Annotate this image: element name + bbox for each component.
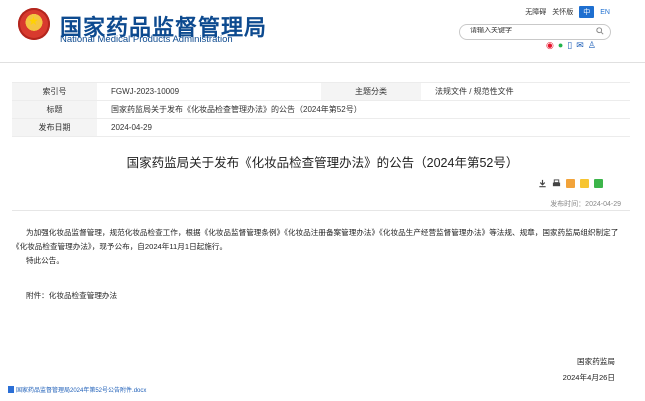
mobile-icon[interactable]: ▯: [567, 41, 572, 50]
download-icon[interactable]: [538, 179, 547, 188]
share-qzone-icon[interactable]: [580, 179, 589, 188]
search-icon[interactable]: [596, 27, 604, 35]
attachment-file-link[interactable]: 国家药品监督管理局2024年第52号公告附件.docx: [8, 385, 146, 394]
article-divider: [12, 210, 630, 211]
publish-time: 发布时间：2024-04-29: [550, 201, 621, 208]
share-wechat-icon[interactable]: [594, 179, 603, 188]
date-label: 发布日期: [12, 118, 97, 137]
accessibility-link[interactable]: 无障碍: [525, 7, 546, 17]
article-body: 为加强化妆品监督管理，规范化妆品检查工作，根据《化妆品监督管理条例》《化妆品注册…: [12, 226, 620, 268]
word-doc-icon: [8, 386, 14, 393]
body-paragraph-closing: 特此公告。: [26, 256, 64, 265]
social-links: ◉ ● ▯ ✉ ♙: [546, 41, 596, 50]
top-nav: 无障碍 关怀版 中 EN: [525, 6, 610, 18]
lang-en-button[interactable]: EN: [600, 9, 610, 16]
search-input[interactable]: [470, 27, 580, 34]
care-version-link[interactable]: 关怀版: [552, 7, 573, 17]
title-label: 标题: [12, 100, 97, 119]
mail-icon[interactable]: ✉: [576, 41, 584, 50]
weibo-icon[interactable]: ◉: [546, 41, 554, 50]
header-divider: [0, 62, 645, 63]
attachment-file-name[interactable]: 国家药品监督管理局2024年第52号公告附件.docx: [16, 385, 146, 394]
title-value: 国家药监局关于发布《化妆品检查管理办法》的公告（2024年第52号）: [97, 100, 630, 119]
body-paragraph: 为加强化妆品监督管理，规范化妆品检查工作，根据《化妆品监督管理条例》《化妆品注册…: [12, 228, 619, 251]
index-label: 索引号: [12, 82, 97, 101]
wechat-icon[interactable]: ●: [558, 41, 563, 50]
share-weibo-icon[interactable]: [566, 179, 575, 188]
attachment-line: 附件：化妆品检查管理办法: [26, 291, 118, 300]
category-value: 法规文件 / 规范性文件: [421, 82, 630, 101]
site-subtitle: National Medical Products Administration: [60, 34, 233, 45]
article-tools: [538, 179, 603, 188]
sign-date: 2024年4月26日: [562, 373, 615, 382]
date-value: 2024-04-29: [97, 118, 630, 137]
print-icon[interactable]: [552, 179, 561, 188]
national-emblem-logo: [18, 8, 50, 40]
article-title: 国家药监局关于发布《化妆品检查管理办法》的公告（2024年第52号）: [126, 156, 519, 170]
index-value: FGWJ-2023-10009: [97, 82, 321, 101]
user-icon[interactable]: ♙: [588, 41, 596, 50]
signer: 国家药监局: [577, 357, 615, 366]
lang-zh-button[interactable]: 中: [579, 6, 595, 18]
search-box: [459, 24, 611, 40]
category-label: 主题分类: [321, 82, 421, 101]
document-meta-table: 索引号 FGWJ-2023-10009 主题分类 法规文件 / 规范性文件 标题…: [12, 82, 630, 137]
